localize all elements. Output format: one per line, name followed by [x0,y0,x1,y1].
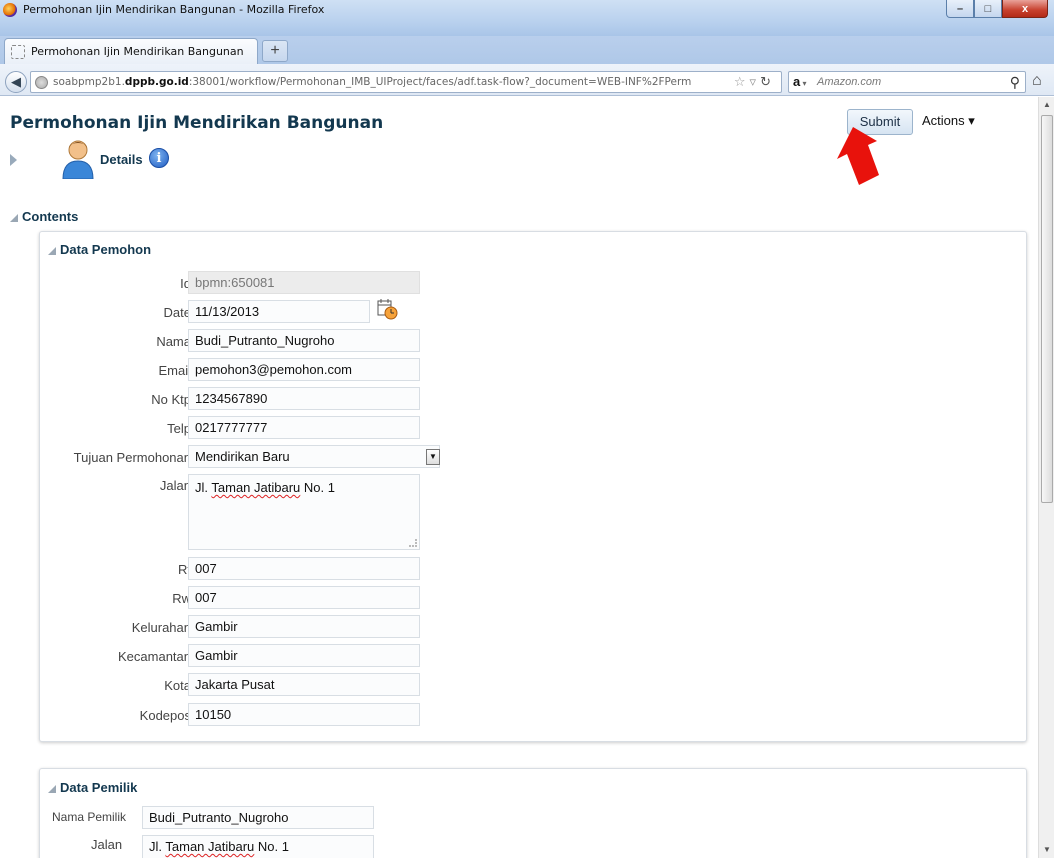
page-icon [11,45,25,59]
date-label: Date [163,305,191,320]
telp-field[interactable]: 0217777777 [188,416,420,439]
data-pemohon-header[interactable]: Data Pemohon [48,242,151,257]
rt-field[interactable]: 007 [188,557,420,580]
nama-label: Nama [156,334,191,349]
kecamantan-label: Kecamantan [118,649,191,664]
contents-section-header[interactable]: Contents [10,209,78,224]
nama-field[interactable]: Budi_Putranto_Nugroho [188,329,420,352]
page-viewport: Permohonan Ijin Mendirikan Bangunan Subm… [0,97,1038,858]
kelurahan-label: Kelurahan [131,620,191,635]
navigation-bar: ◀ soabpmp2b1.dppb.go.id:38001/workflow/P… [0,64,1054,96]
url-text: soabpmp2b1.dppb.go.id:38001/workflow/Per… [53,76,692,88]
pemilik-jalan-label: Jalan [91,837,123,852]
window-controls: – □ x [946,0,1048,18]
jalan-label: Jalan [159,478,191,493]
kodepos-field[interactable]: 10150 [188,703,420,726]
url-bar[interactable]: soabpmp2b1.dppb.go.id:38001/workflow/Per… [30,71,782,93]
back-button[interactable]: ◀ [5,71,27,93]
browser-tab[interactable]: Permohonan Ijin Mendirikan Bangunan [4,38,258,64]
expand-triangle-icon[interactable] [10,154,17,166]
id-field: bpmn:650081 [188,271,420,294]
actions-menu[interactable]: Actions ▾ [922,113,975,129]
scroll-down-icon[interactable]: ▼ [1039,842,1054,858]
email-field[interactable]: pemohon3@pemohon.com [188,358,420,381]
info-icon[interactable]: i [149,148,169,168]
nama-pemilik-label: Nama Pemilik [52,810,127,824]
collapse-triangle-icon [48,247,56,255]
home-icon[interactable]: ⌂ [1032,72,1042,90]
firefox-icon [3,3,17,17]
data-pemilik-panel: Data Pemilik Nama Pemilik Budi_Putranto_… [39,768,1027,858]
close-button[interactable]: x [1002,0,1048,18]
details-label[interactable]: Details [100,152,143,167]
date-field[interactable]: 11/13/2013 [188,300,370,323]
search-bar[interactable]: a ▾ Amazon.com ⚲ [788,71,1026,93]
globe-icon [35,76,48,89]
bookmark-star-icon[interactable]: ☆▿↻ [734,74,775,90]
rw-field[interactable]: 007 [188,586,420,609]
page-title: Permohonan Ijin Mendirikan Bangunan [10,113,384,133]
chevron-down-icon[interactable]: ▼ [426,449,440,465]
tujuan-permohonan-select[interactable]: Mendirikan Baru [188,445,440,468]
data-pemohon-panel: Data Pemohon Id bpmn:650081 Date 11/13/2… [39,231,1027,742]
scroll-thumb[interactable] [1041,115,1053,503]
no-ktp-label: No Ktp [151,392,191,407]
annotation-arrow-icon [837,127,879,185]
minimize-button[interactable]: – [946,0,974,18]
amazon-icon[interactable]: a ▾ [793,74,806,89]
kelurahan-field[interactable]: Gambir [188,615,420,638]
kecamantan-field[interactable]: Gambir [188,644,420,667]
search-icon[interactable]: ⚲ [1010,74,1020,91]
maximize-button[interactable]: □ [974,0,1002,18]
pemilik-jalan-textarea[interactable]: Jl. Taman Jatibaru No. 1 [142,835,374,858]
kota-label: Kota [164,678,191,693]
collapse-triangle-icon [10,214,18,222]
email-label: Email [158,363,191,378]
kota-field[interactable]: Jakarta Pusat [188,673,420,696]
resize-grip-icon[interactable] [409,539,417,547]
tujuan-permohonan-label: Tujuan Permohonan [73,450,191,465]
calendar-icon[interactable] [376,298,398,320]
tab-label: Permohonan Ijin Mendirikan Bangunan [31,45,244,58]
window-titlebar: Permohonan Ijin Mendirikan Bangunan - Mo… [0,0,1054,36]
user-icon [62,140,94,179]
jalan-textarea[interactable]: Jl. Taman Jatibaru No. 1 [188,474,420,550]
new-tab-button[interactable]: + [262,40,288,62]
nama-pemilik-field[interactable]: Budi_Putranto_Nugroho [142,806,374,829]
data-pemilik-header[interactable]: Data Pemilik [48,780,137,795]
window-title: Permohonan Ijin Mendirikan Bangunan - Mo… [23,3,325,16]
no-ktp-field[interactable]: 1234567890 [188,387,420,410]
scroll-up-icon[interactable]: ▲ [1039,97,1054,113]
tab-bar: Permohonan Ijin Mendirikan Bangunan + [0,36,1054,64]
vertical-scrollbar[interactable]: ▲ ▼ [1038,97,1054,858]
collapse-triangle-icon [48,785,56,793]
kodepos-label: Kodepos [139,708,191,723]
search-input[interactable]: Amazon.com [817,76,881,88]
